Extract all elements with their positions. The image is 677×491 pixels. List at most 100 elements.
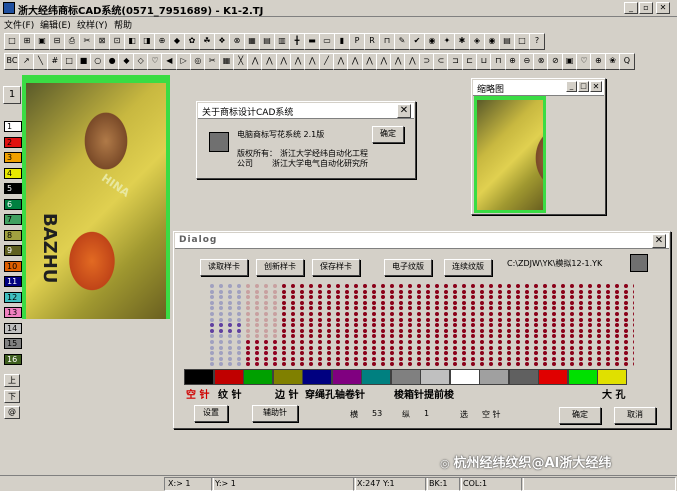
main-tool-7-icon[interactable]: ⊡ [109, 33, 125, 50]
main-tool-29-icon[interactable]: ✦ [439, 33, 455, 50]
color-swatch[interactable] [243, 369, 273, 385]
palette-color-12[interactable]: 12 [4, 291, 22, 303]
main-tool-32-icon[interactable]: ◉ [484, 33, 500, 50]
palette-color-11[interactable]: 11 [4, 276, 22, 287]
read-card-button[interactable]: 读取样卡 [200, 259, 248, 276]
about-ok-button[interactable]: 确定 [372, 126, 404, 143]
main-tool-31-icon[interactable]: ◈ [469, 33, 485, 50]
main-tool-6-icon[interactable]: ⊠ [94, 33, 110, 50]
palette-color-9[interactable]: 9 [4, 245, 22, 256]
draw-tool-43-icon[interactable]: Q [618, 53, 635, 70]
loom-close-button[interactable]: ✕ [652, 234, 666, 248]
menu-edit[interactable]: 编辑(E) [40, 18, 71, 31]
main-tool-13-icon[interactable]: ☘ [199, 33, 215, 50]
palette-color-13[interactable]: 13 [4, 307, 22, 318]
palette-color-16[interactable]: 16 [4, 353, 22, 365]
main-tool-18-icon[interactable]: ▥ [274, 33, 290, 50]
palette-color-15[interactable]: 15 [4, 338, 22, 349]
menu-help[interactable]: 帮助 [114, 18, 132, 31]
main-tool-35-icon[interactable]: ? [529, 33, 545, 50]
palette-color-1[interactable]: 1 [4, 121, 22, 132]
main-tool-20-icon[interactable]: ▬ [304, 33, 320, 50]
palette-color-3[interactable]: 3 [4, 152, 22, 163]
color-swatch[interactable] [184, 369, 214, 385]
main-tool-28-icon[interactable]: ◉ [424, 33, 440, 50]
main-tool-12-icon[interactable]: ✿ [184, 33, 200, 50]
main-tool-1-icon[interactable]: ⊞ [19, 33, 35, 50]
about-company-value: 浙江大学电气自动化研究所 [272, 159, 368, 168]
thumbnail-minimize-button[interactable]: _ [566, 81, 577, 92]
about-close-button[interactable]: ✕ [397, 104, 411, 118]
thumbnail-close-button[interactable]: ✕ [590, 81, 602, 92]
main-tool-15-icon[interactable]: ⊗ [229, 33, 245, 50]
save-card-button[interactable]: 保存样卡 [312, 259, 360, 276]
color-swatch[interactable] [390, 369, 421, 385]
palette-color-8[interactable]: 8 [4, 229, 22, 241]
main-tool-27-icon[interactable]: ✔ [409, 33, 425, 50]
continuous-card-button[interactable]: 连续纹版 [444, 259, 492, 276]
main-tool-24-icon[interactable]: R [364, 33, 380, 50]
maximize-button[interactable]: ▫ [639, 2, 653, 14]
palette-color-5[interactable]: 5 [4, 183, 22, 194]
main-tool-16-icon[interactable]: ▦ [244, 33, 260, 50]
design-text-bazhu: BAZHU [39, 213, 60, 284]
main-tool-21-icon[interactable]: ▭ [319, 33, 335, 50]
main-tool-9-icon[interactable]: ◨ [139, 33, 155, 50]
pin-grid[interactable] [210, 284, 634, 368]
design-text-hina: HINA [99, 171, 132, 200]
thumbnail-maximize-button[interactable]: □ [578, 81, 589, 92]
current-color-button[interactable]: 1 [3, 86, 21, 104]
main-tool-2-icon[interactable]: ▣ [34, 33, 50, 50]
main-tool-14-icon[interactable]: ❖ [214, 33, 230, 50]
electronic-card-button[interactable]: 电子纹版 [384, 259, 432, 276]
main-tool-33-icon[interactable]: ▤ [499, 33, 515, 50]
color-swatch[interactable] [597, 369, 627, 385]
main-tool-11-icon[interactable]: ◆ [169, 33, 185, 50]
color-swatch[interactable] [272, 369, 303, 385]
menu-file[interactable]: 文件(F) [4, 18, 34, 31]
main-tool-30-icon[interactable]: ✱ [454, 33, 470, 50]
main-tool-26-icon[interactable]: ✎ [394, 33, 410, 50]
palette-color-6[interactable]: 6 [4, 198, 22, 210]
main-tool-22-icon[interactable]: ▮ [334, 33, 350, 50]
main-tool-10-icon[interactable]: ⊕ [154, 33, 170, 50]
color-swatch[interactable] [213, 369, 244, 385]
aux-pin-button[interactable]: 辅助针 [252, 405, 298, 422]
menu-pattern[interactable]: 纹样(Y) [77, 18, 108, 31]
main-tool-4-icon[interactable]: ⎙ [64, 33, 80, 50]
loom-cancel-button[interactable]: 取消 [614, 407, 656, 424]
palette-color-14[interactable]: 14 [4, 322, 22, 334]
main-tool-19-icon[interactable]: ╋ [289, 33, 305, 50]
main-tool-23-icon[interactable]: P [349, 33, 365, 50]
color-swatch[interactable] [449, 369, 480, 385]
main-tool-3-icon[interactable]: ⊟ [49, 33, 65, 50]
color-swatch[interactable] [567, 369, 598, 385]
main-tool-8-icon[interactable]: ◧ [124, 33, 140, 50]
color-swatch[interactable] [538, 369, 568, 385]
palette-settings-button[interactable]: @ [4, 406, 20, 419]
minimize-button[interactable]: _ [624, 2, 638, 14]
color-swatch[interactable] [361, 369, 391, 385]
main-tool-34-icon[interactable]: □ [514, 33, 530, 50]
thumbnail-canvas[interactable] [474, 96, 546, 213]
design-canvas[interactable]: HINA BAZHU [22, 75, 170, 319]
color-swatch[interactable] [331, 369, 362, 385]
main-tool-17-icon[interactable]: ▤ [259, 33, 275, 50]
palette-up-button[interactable]: 上 [4, 374, 20, 387]
palette-color-2[interactable]: 2 [4, 136, 22, 148]
main-tool-0-icon[interactable]: □ [4, 33, 20, 50]
color-swatch[interactable] [420, 369, 450, 385]
main-tool-5-icon[interactable]: ✂ [79, 33, 95, 50]
palette-down-button[interactable]: 下 [4, 390, 20, 403]
color-swatch[interactable] [508, 369, 539, 385]
close-button[interactable]: ✕ [656, 2, 670, 14]
settings-button[interactable]: 设置 [194, 405, 228, 422]
color-swatch[interactable] [302, 369, 332, 385]
main-tool-25-icon[interactable]: ⊓ [379, 33, 395, 50]
palette-color-7[interactable]: 7 [4, 214, 22, 225]
color-swatch[interactable] [479, 369, 509, 385]
new-card-button[interactable]: 创新样卡 [256, 259, 304, 276]
palette-color-4[interactable]: 4 [4, 167, 22, 179]
palette-color-10[interactable]: 10 [4, 260, 22, 272]
loom-ok-button[interactable]: 确定 [559, 407, 601, 424]
